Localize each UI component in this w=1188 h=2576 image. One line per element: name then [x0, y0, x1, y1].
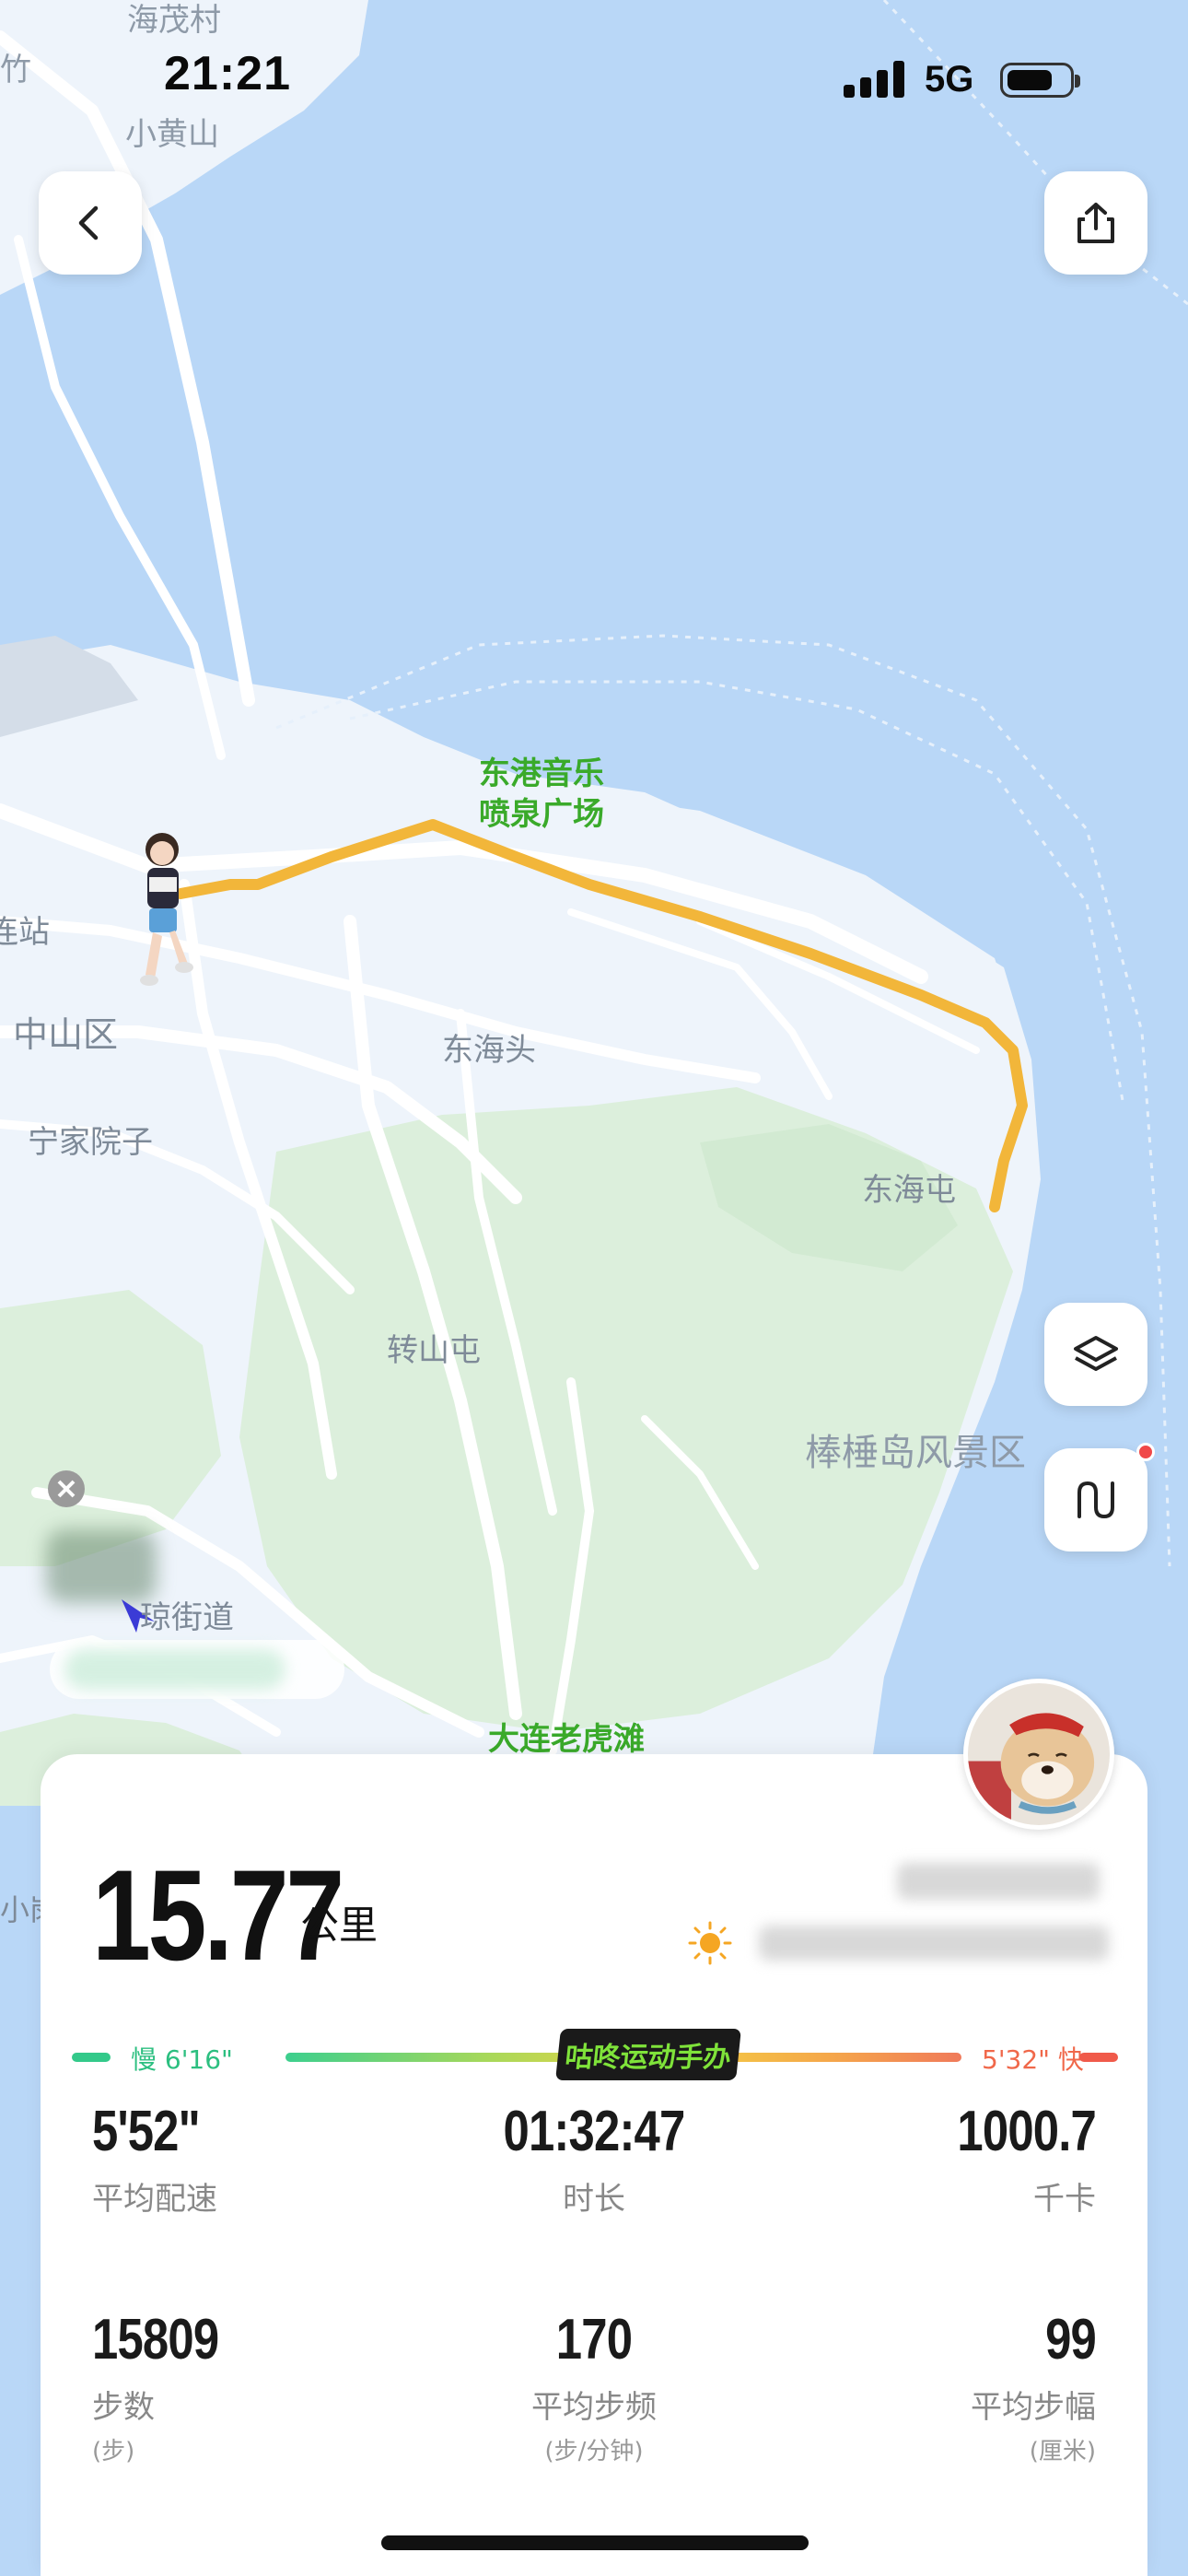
stat-cadence: 170 平均步频 (步/分钟): [428, 2307, 760, 2466]
status-time: 21:21: [164, 47, 291, 100]
map-label-jiedao: 琼街道: [140, 1599, 234, 1636]
pace-slow-dash: [72, 2053, 111, 2062]
poi-donggang-line1: 东港音乐: [479, 755, 604, 792]
share-button[interactable]: [1044, 171, 1147, 275]
avg-pace-value: 5'52": [92, 2100, 201, 2163]
map-layers-button[interactable]: [1044, 1303, 1147, 1406]
stat-calories: 1000.7 千卡: [764, 2099, 1096, 2219]
map-label-station: 连站: [0, 914, 50, 951]
avg-pace-label: 平均配速: [92, 2181, 217, 2218]
calories-value: 1000.7: [957, 2100, 1096, 2163]
map-label-zhuanshantun: 转山屯: [387, 1332, 481, 1369]
distance-unit: 公里: [300, 1903, 379, 1948]
cellular-signal-icon: [844, 61, 904, 98]
stride-unit: (厘米): [1029, 2438, 1096, 2465]
map-label-donghaitou: 东海头: [442, 1032, 536, 1069]
cadence-value: 170: [555, 2308, 633, 2371]
battery-icon: [1000, 63, 1080, 98]
steps-unit: (步): [92, 2438, 135, 2465]
cadence-unit: (步/分钟): [544, 2438, 644, 2465]
duration-value: 01:32:47: [503, 2100, 686, 2163]
runner-avatar-marker: [140, 833, 193, 986]
stat-avg-pace: 5'52" 平均配速: [92, 2099, 424, 2219]
dog-avatar-image: [968, 1683, 1110, 1825]
pace-range-bar: 慢 6'16" 5'32" 快 咕咚运动手办: [72, 2029, 1118, 2086]
chevron-left-icon: [78, 205, 99, 240]
map-label-bangchuidao: 棒棰岛风景区: [805, 1432, 1026, 1474]
notification-dot: [1136, 1443, 1155, 1461]
route-wave-icon: [1077, 1481, 1114, 1519]
duration-label: 时长: [563, 2181, 625, 2218]
poi-donggang-line2: 喷泉广场: [479, 796, 604, 833]
map-label-ningjia: 宁家院子: [28, 1124, 153, 1161]
steps-label: 步数: [92, 2389, 155, 2426]
cadence-label: 平均步频: [531, 2389, 657, 2426]
steps-value: 15809: [92, 2308, 219, 2371]
map-label-donghaitun: 东海屯: [862, 1172, 956, 1209]
run-summary-card: 15.77 公里 慢 6'16" 5'32" 快 咕咚运动手办 5'52" 平均…: [41, 1754, 1147, 2576]
pace-fast-dash: [1079, 2053, 1118, 2062]
stat-stride: 99 平均步幅 (厘米): [764, 2307, 1097, 2466]
stat-steps: 15809 步数 (步): [92, 2307, 424, 2466]
pace-sticker: 咕咚运动手办: [555, 2029, 741, 2080]
status-bar: 21:21 5G: [0, 0, 1188, 157]
network-type: 5G: [925, 59, 974, 100]
share-icon: [1077, 203, 1114, 243]
poi-donggang[interactable]: 东港音乐 喷泉广场: [479, 754, 604, 835]
home-indicator: [381, 2535, 809, 2550]
calories-label: 千卡: [1033, 2181, 1096, 2218]
back-button[interactable]: [39, 171, 142, 275]
blurred-username: [897, 1863, 1100, 1900]
stat-duration: 01:32:47 时长: [428, 2099, 760, 2219]
pace-fast-label: 5'32" 快: [982, 2044, 1084, 2075]
layers-icon: [1074, 1336, 1118, 1371]
blurred-datetime: [759, 1926, 1109, 1961]
sunny-weather-icon: [688, 1921, 732, 1965]
stride-value: 99: [1045, 2308, 1097, 2371]
stride-label: 平均步幅: [971, 2389, 1096, 2426]
route-toggle-button[interactable]: [1044, 1443, 1155, 1551]
map-label-zhongshan: 中山区: [13, 1014, 119, 1055]
pace-slow-label: 慢 6'16": [131, 2044, 233, 2075]
user-avatar[interactable]: [963, 1679, 1114, 1830]
poi-laohutan[interactable]: 大连老虎滩: [488, 1714, 645, 1759]
